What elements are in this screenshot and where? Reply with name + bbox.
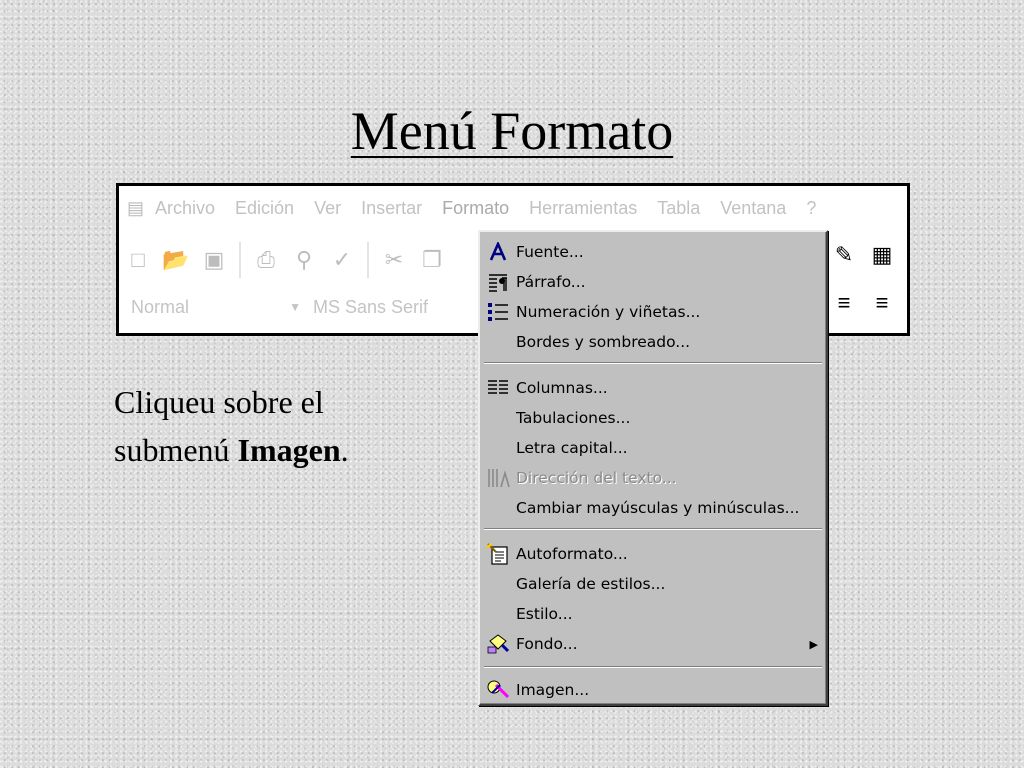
print-preview-icon[interactable]: ⚲: [285, 243, 323, 277]
menu-separator: [484, 666, 822, 668]
menu-item-fondo[interactable]: Fondo... ▶: [480, 630, 826, 658]
text-direction-icon: [486, 466, 510, 490]
image-icon: [486, 678, 510, 702]
paragraph-icon: [486, 270, 510, 294]
table-icon[interactable]: ▦: [863, 238, 901, 272]
copy-icon[interactable]: ❐: [413, 243, 451, 277]
background-icon: [486, 632, 510, 656]
menu-item-galeria-estilos[interactable]: Galería de estilos...: [480, 570, 826, 598]
slide-title-text: Menú Formato: [350, 101, 674, 161]
menu-separator: [484, 362, 822, 364]
menu-item-bordes[interactable]: Bordes y sombreado...: [480, 328, 826, 356]
bullets-icon: [486, 300, 510, 324]
menu-item-cambiar-mayusculas[interactable]: Cambiar mayúsculas y minúsculas...: [480, 494, 826, 522]
menu-item-tabulaciones[interactable]: Tabulaciones...: [480, 404, 826, 432]
menu-item-letra-capital[interactable]: Letra capital...: [480, 434, 826, 462]
menu-item-parrafo[interactable]: Párrafo...: [480, 268, 826, 296]
instruction-line-1: Cliqueu sobre el: [114, 384, 324, 420]
toolbar-right-top: ✎ ▦: [825, 238, 901, 272]
menu-ventana[interactable]: Ventana: [720, 198, 786, 219]
justify-icon[interactable]: ≡: [863, 286, 901, 320]
slide-title: Menú Formato: [0, 100, 1024, 162]
menu-item-fuente[interactable]: Fuente...: [480, 238, 826, 266]
menu-tabla[interactable]: Tabla: [657, 198, 700, 219]
menu-archivo[interactable]: Archivo: [155, 198, 215, 219]
menu-help[interactable]: ?: [806, 198, 816, 219]
align-right-icon[interactable]: ≡: [825, 286, 863, 320]
print-icon[interactable]: ⎙: [247, 243, 285, 277]
submenu-arrow-icon: ▶: [809, 637, 818, 651]
menu-item-estilo[interactable]: Estilo...: [480, 600, 826, 628]
format-menu-dropdown: Fuente... Párrafo... Numeración y viñeta…: [478, 230, 828, 706]
spelling-icon[interactable]: ✓: [323, 243, 361, 277]
menu-item-columnas[interactable]: Columnas...: [480, 374, 826, 402]
instruction-highlight: Imagen: [237, 432, 341, 468]
drawing-icon[interactable]: ✎: [825, 238, 863, 272]
menu-ver[interactable]: Ver: [314, 198, 341, 219]
cut-icon[interactable]: ✂: [375, 243, 413, 277]
menu-insertar[interactable]: Insertar: [361, 198, 422, 219]
document-icon[interactable]: ▤: [127, 198, 155, 219]
instruction-prefix: submenú: [114, 432, 238, 468]
open-folder-icon[interactable]: 📂: [157, 243, 195, 277]
menu-item-imagen[interactable]: Imagen...: [480, 676, 826, 704]
font-a-icon: [486, 240, 510, 264]
menu-item-autoformato[interactable]: Autoformato...: [480, 540, 826, 568]
chevron-down-icon[interactable]: ▼: [289, 300, 301, 314]
autoformat-icon: [486, 542, 510, 566]
font-combo[interactable]: MS Sans Serif: [313, 297, 483, 318]
toolbar-right-bottom: ≡ ≡: [825, 286, 901, 320]
toolbar-separator: [367, 242, 369, 278]
instruction-line-2: submenú Imagen.: [114, 426, 349, 474]
menu-item-direccion-texto: Dirección del texto...: [480, 464, 826, 492]
columns-icon: [486, 376, 510, 400]
instruction-suffix: .: [340, 432, 349, 468]
menu-herramientas[interactable]: Herramientas: [529, 198, 637, 219]
menu-bar: ▤ Archivo Edición Ver Insertar Formato H…: [119, 186, 907, 230]
menu-separator: [484, 528, 822, 530]
style-combo-value: Normal: [131, 296, 190, 317]
instruction-text: Cliqueu sobre el submenú Imagen.: [114, 378, 349, 474]
font-combo-value: MS Sans Serif: [313, 296, 429, 317]
new-document-icon[interactable]: □: [119, 243, 157, 277]
style-combo[interactable]: Normal ▼: [131, 297, 301, 318]
menu-item-numeracion[interactable]: Numeración y viñetas...: [480, 298, 826, 326]
toolbar-separator: [239, 242, 241, 278]
menu-formato[interactable]: Formato: [442, 198, 509, 219]
menu-edicion[interactable]: Edición: [235, 198, 294, 219]
save-icon[interactable]: ▣: [195, 243, 233, 277]
